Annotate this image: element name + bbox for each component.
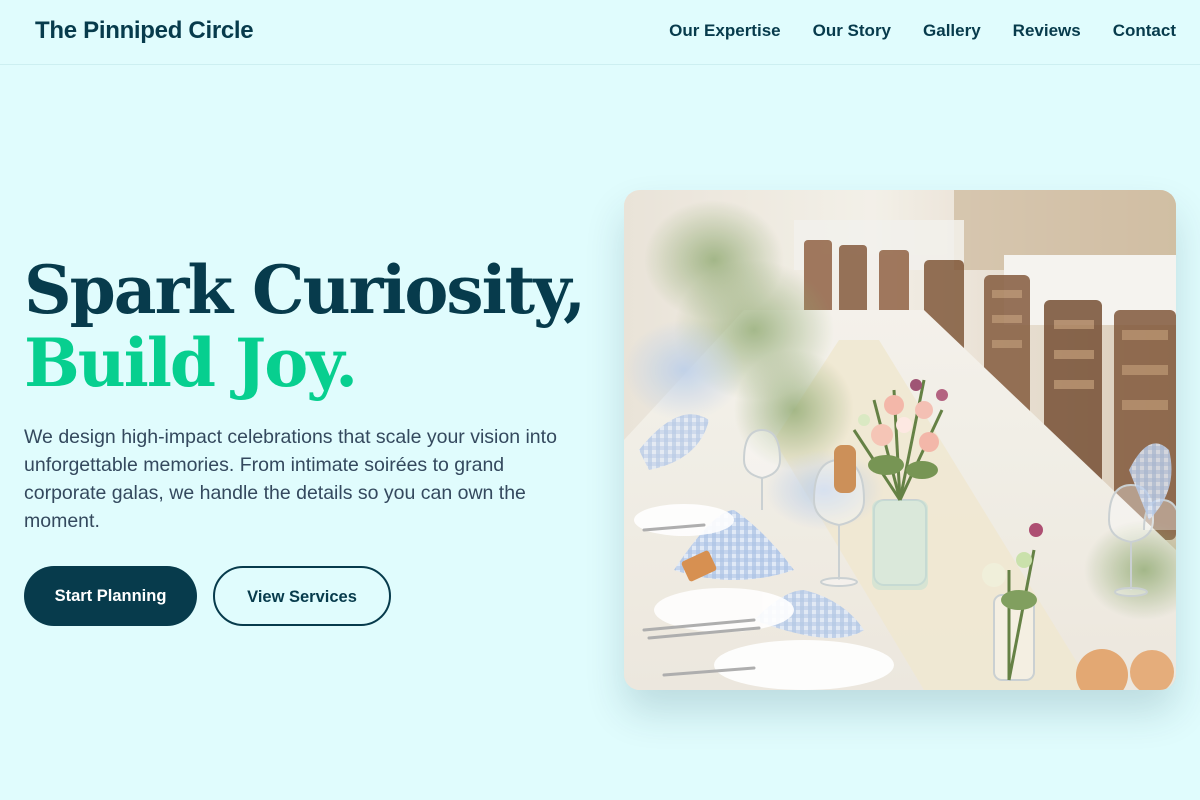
nav-item-gallery: Gallery — [923, 20, 981, 42]
nav-item-story: Our Story — [813, 20, 891, 42]
nav-link-gallery[interactable]: Gallery — [923, 20, 981, 42]
hero-title-line-2: Build Joy. — [24, 324, 358, 402]
page: The Pinniped Circle Our Expertise Our St… — [0, 0, 1200, 800]
hero-image-wedding-table — [624, 190, 1176, 690]
table-setting-illustration — [624, 190, 1176, 690]
hero-description: We design high-impact celebrations that … — [24, 426, 557, 532]
start-planning-button[interactable]: Start Planning — [24, 566, 197, 626]
nav-item-contact: Contact — [1113, 20, 1176, 42]
nav-link-expertise[interactable]: Our Expertise — [669, 20, 781, 42]
site-header: The Pinniped Circle Our Expertise Our St… — [0, 0, 1200, 65]
hero-title: Spark Curiosity, Build Joy. — [24, 251, 586, 402]
nav-item-expertise: Our Expertise — [669, 20, 781, 42]
view-services-button[interactable]: View Services — [213, 566, 391, 626]
nav-link-contact[interactable]: Contact — [1113, 20, 1176, 42]
nav-link-story[interactable]: Our Story — [813, 20, 891, 42]
nav-link-reviews[interactable]: Reviews — [1013, 20, 1081, 42]
main-nav: Our Expertise Our Story Gallery Reviews … — [669, 20, 1176, 42]
nav-item-reviews: Reviews — [1013, 20, 1081, 42]
hero-title-line-1: Spark Curiosity, — [24, 251, 586, 329]
brand-logo[interactable]: The Pinniped Circle — [35, 17, 254, 45]
